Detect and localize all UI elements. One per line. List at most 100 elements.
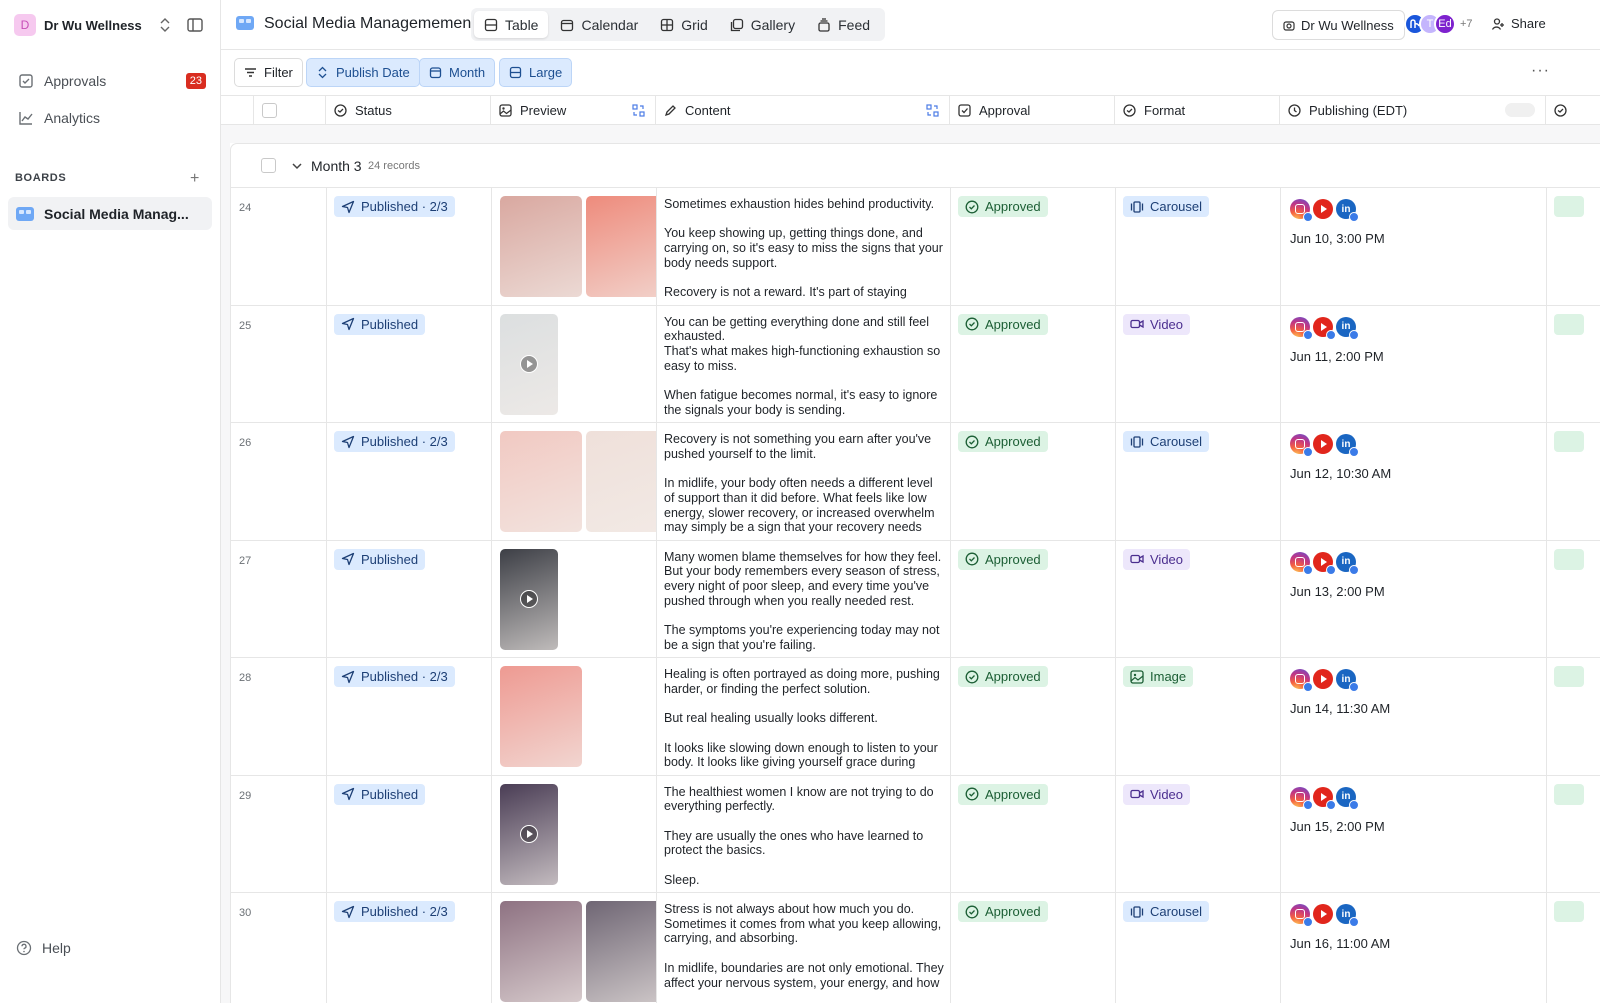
sidebar-item-analytics[interactable]: Analytics (8, 102, 212, 134)
column-header-approval[interactable]: Approval (950, 96, 1115, 125)
approval-cell[interactable]: Approved (951, 540, 1116, 657)
publishing-cell[interactable]: in Jun 15, 2:00 PM (1281, 775, 1547, 892)
format-cell[interactable]: Video (1116, 775, 1281, 892)
header-select-all[interactable] (254, 96, 326, 125)
status-cell[interactable]: Published · 2/3 (327, 658, 492, 775)
status-badge[interactable]: Published (334, 783, 426, 805)
preview-cell[interactable] (492, 188, 657, 305)
content-cell[interactable]: The healthiest women I know are not tryi… (657, 775, 951, 892)
overflow-badge[interactable] (1554, 313, 1584, 335)
format-badge[interactable]: Video (1123, 313, 1191, 335)
table-row[interactable]: 30 Published · 2/3 Stress is not always ab… (230, 892, 1600, 1003)
preview-cell[interactable] (492, 305, 657, 422)
content-cell[interactable]: Many women blame themselves for how they… (657, 540, 951, 657)
column-header-format[interactable]: Format (1115, 96, 1280, 125)
add-board-icon[interactable]: + (190, 170, 199, 188)
play-icon[interactable] (520, 355, 538, 373)
overflow-cell[interactable] (1547, 306, 1600, 423)
filter-button[interactable]: Filter (234, 58, 303, 87)
preview-thumbnail[interactable] (500, 901, 582, 1002)
overflow-badge[interactable] (1554, 196, 1584, 217)
share-button[interactable]: Share (1491, 16, 1546, 31)
format-badge[interactable]: Carousel (1123, 431, 1210, 452)
approval-badge[interactable]: Approved (958, 783, 1048, 805)
approval-badge[interactable]: Approved (958, 313, 1048, 335)
sidebar-item-social-media-board[interactable]: Social Media Manag... (8, 197, 212, 230)
tab-grid[interactable]: Grid (650, 11, 717, 38)
preview-cell[interactable] (492, 658, 657, 775)
status-badge[interactable]: Published · 2/3 (334, 666, 455, 687)
content-cell[interactable]: You can be getting everything done and s… (657, 305, 951, 422)
tab-table[interactable]: Table (474, 11, 549, 38)
overflow-cell[interactable] (1547, 541, 1600, 658)
publishing-cell[interactable]: in Jun 12, 10:30 AM (1281, 423, 1547, 540)
approval-badge[interactable]: Approved (958, 431, 1048, 452)
preview-cell[interactable] (492, 423, 657, 540)
status-badge[interactable]: Published (334, 548, 426, 570)
format-cell[interactable]: Carousel (1116, 423, 1281, 540)
table-row[interactable]: 29 Published The healthiest women I know a… (230, 774, 1600, 893)
overflow-cell[interactable] (1547, 423, 1600, 540)
format-badge[interactable]: Video (1123, 548, 1191, 570)
preview-thumbnail[interactable] (500, 548, 558, 650)
tab-gallery[interactable]: Gallery (720, 11, 805, 38)
overflow-cell[interactable] (1547, 188, 1600, 305)
overflow-badge[interactable] (1554, 548, 1584, 570)
preview-cell[interactable] (492, 775, 657, 892)
chevron-down-icon[interactable] (291, 160, 303, 172)
content-cell[interactable]: Healing is often portrayed as doing more… (657, 658, 951, 775)
play-icon[interactable] (520, 825, 538, 843)
table-row[interactable]: 25 Published You can be getting everything… (230, 304, 1600, 423)
sidebar-item-approvals[interactable]: Approvals 23 (8, 65, 212, 97)
preview-thumbnail[interactable] (586, 196, 656, 297)
publishing-cell[interactable]: in Jun 13, 2:00 PM (1281, 540, 1547, 657)
help-link[interactable]: Help (16, 940, 71, 956)
sidebar-collapse-icon[interactable] (186, 16, 204, 34)
status-cell[interactable]: Published (327, 775, 492, 892)
column-header-status[interactable]: Status (326, 96, 491, 125)
status-badge[interactable]: Published · 2/3 (334, 431, 455, 452)
approval-badge[interactable]: Approved (958, 548, 1048, 570)
status-cell[interactable]: Published (327, 540, 492, 657)
overflow-badge[interactable] (1554, 666, 1584, 687)
format-badge[interactable]: Video (1123, 783, 1191, 805)
format-cell[interactable]: Carousel (1116, 893, 1281, 1003)
preview-cell[interactable] (492, 893, 657, 1003)
format-badge[interactable]: Image (1123, 666, 1194, 687)
collaborator-avatars[interactable]: T Ed +7 (1404, 13, 1473, 35)
group-header[interactable]: Month 3 24 records (230, 143, 1600, 187)
status-cell[interactable]: Published (327, 305, 492, 422)
ai-expand-icon[interactable] (632, 104, 645, 117)
preview-thumbnail[interactable] (500, 783, 558, 885)
preview-cell[interactable] (492, 540, 657, 657)
preview-thumbnail[interactable] (500, 313, 558, 415)
publishing-toggle[interactable] (1505, 103, 1535, 117)
status-badge[interactable]: Published · 2/3 (334, 901, 455, 922)
content-cell[interactable]: Stress is not always about how much you … (657, 893, 951, 1003)
approval-cell[interactable]: Approved (951, 188, 1116, 305)
row-size-large-chip[interactable]: Large (499, 58, 573, 87)
preview-thumbnail[interactable] (500, 666, 582, 767)
tab-feed[interactable]: Feed (807, 11, 880, 38)
format-cell[interactable]: Image (1116, 658, 1281, 775)
approval-badge[interactable]: Approved (958, 666, 1048, 687)
content-cell[interactable]: Recovery is not something you earn after… (657, 423, 951, 540)
format-badge[interactable]: Carousel (1123, 901, 1210, 922)
approval-cell[interactable]: Approved (951, 305, 1116, 422)
status-cell[interactable]: Published · 2/3 (327, 423, 492, 540)
more-options-icon[interactable]: ··· (1531, 62, 1550, 80)
table-row[interactable]: 24 Published · 2/3 Sometimes exhaustion hi… (230, 187, 1600, 305)
approval-cell[interactable]: Approved (951, 893, 1116, 1003)
overflow-badge[interactable] (1554, 783, 1584, 805)
publishing-cell[interactable]: in Jun 14, 11:30 AM (1281, 658, 1547, 775)
tab-calendar[interactable]: Calendar (550, 11, 648, 38)
table-row[interactable]: 28 Published · 2/3 Healing is often portra… (230, 657, 1600, 775)
overflow-cell[interactable] (1547, 776, 1600, 893)
status-badge[interactable]: Published (334, 313, 426, 335)
preview-thumbnail[interactable] (500, 431, 582, 532)
format-cell[interactable]: Video (1116, 540, 1281, 657)
overflow-cell[interactable] (1547, 658, 1600, 775)
account-button[interactable]: Dr Wu Wellness (1272, 10, 1405, 40)
publishing-cell[interactable]: in Jun 11, 2:00 PM (1281, 305, 1547, 422)
approval-badge[interactable]: Approved (958, 901, 1048, 922)
